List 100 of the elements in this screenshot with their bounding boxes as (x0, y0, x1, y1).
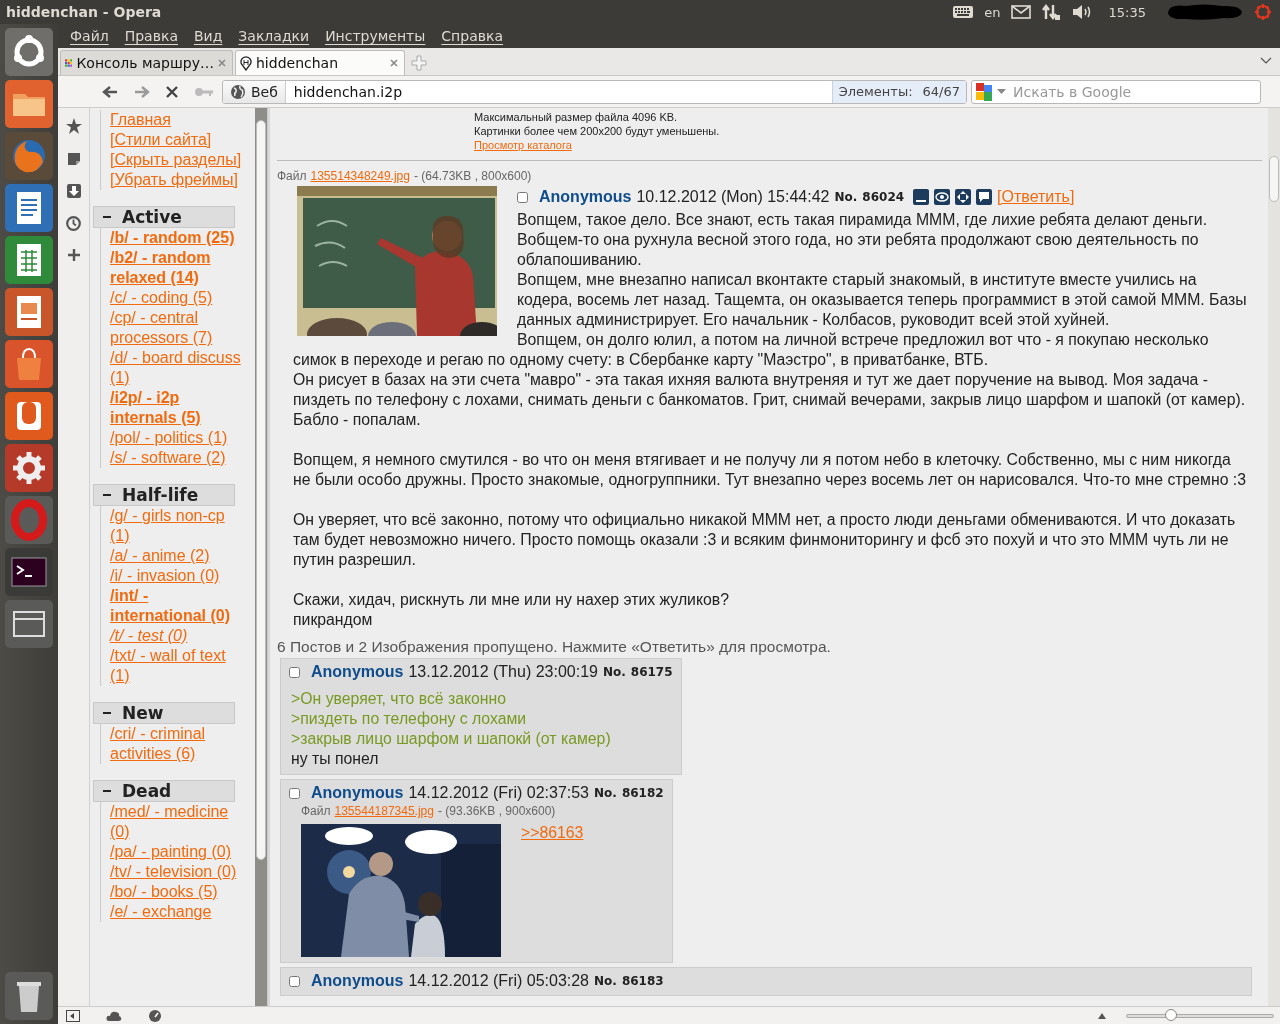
nav-link[interactable]: [Убрать фреймы] (110, 170, 238, 190)
post-date: 10.12.2012 (Mon) 15:44:42 (636, 188, 830, 206)
nav-link[interactable]: Главная (110, 110, 171, 130)
address-bar[interactable]: Веб hiddenchan.i2p Элементы: 64/67 (222, 79, 967, 104)
catalog-link[interactable]: Просмотр каталога (474, 139, 572, 151)
post-number[interactable]: 86024 (862, 190, 905, 204)
board-link[interactable]: /pa/ - painting (0) (110, 842, 231, 862)
post-checkbox[interactable] (289, 787, 300, 799)
file-link[interactable]: 135544187345.jpg (334, 804, 434, 818)
keyboard-layout[interactable]: en (984, 4, 1001, 20)
volume-icon[interactable] (1070, 4, 1093, 20)
section-header[interactable]: Half-life (93, 484, 235, 506)
arrows-icon[interactable] (955, 189, 972, 205)
menu-item[interactable]: Справка (433, 28, 511, 44)
zoom-out-icon[interactable] (1098, 1012, 1106, 1019)
workspaces-icon[interactable] (5, 600, 53, 648)
tab[interactable]: hiddenchan (235, 50, 405, 75)
menu-item[interactable]: Инструменты (317, 28, 434, 44)
board-link[interactable]: /med/ - medicine (0) (110, 802, 245, 842)
board-link[interactable]: /s/ - software (2) (110, 448, 226, 468)
file-link[interactable]: 135514348249.jpg (310, 169, 410, 183)
caret-icon[interactable] (997, 89, 1006, 94)
section-header[interactable]: New (93, 702, 235, 724)
nav-link[interactable]: [Скрыть разделы] (110, 150, 242, 170)
forward-icon[interactable] (134, 84, 150, 99)
network-icon[interactable] (1040, 3, 1061, 21)
section-header[interactable]: Active (93, 206, 235, 228)
panel-toggle-icon[interactable] (66, 1009, 80, 1022)
board-link[interactable]: /d/ - board discuss (1) (110, 348, 245, 388)
board-link[interactable]: /pol/ - politics (1) (110, 428, 228, 448)
post-number[interactable]: 86182 (621, 786, 664, 800)
post-text: Вопщем, он долго юлил, а потом на личной встрече предложил вот что - я покупаю несколько симок в переходе и регаю по одному счету: в Сбербанке карту "Маэстро", в приватбанке, ВТБ. (293, 330, 1210, 370)
close-icon[interactable] (390, 59, 398, 67)
mail-icon[interactable] (1010, 5, 1031, 19)
keyboard-icon[interactable] (952, 5, 975, 19)
menu-item[interactable]: Вид (185, 28, 231, 44)
board-link[interactable]: /c/ - coding (5) (110, 288, 213, 308)
speedometer-icon[interactable] (148, 1008, 162, 1023)
clock[interactable]: 15:35 (1108, 4, 1146, 20)
trash-icon[interactable] (5, 972, 53, 1020)
board-link[interactable]: /b/ - random (25) (110, 228, 235, 248)
app-tile-icon[interactable] (5, 392, 53, 440)
reply-reference-link[interactable]: >>86163 (521, 824, 584, 841)
board-link[interactable]: /e/ - exchange (110, 902, 212, 922)
search-field[interactable]: Искать в Google (1011, 82, 1260, 101)
minimize-icon[interactable] (913, 189, 930, 205)
clock-icon[interactable] (66, 216, 81, 231)
post-checkbox[interactable] (517, 191, 528, 203)
menu-item[interactable]: Правка (116, 28, 186, 44)
spreadsheet-icon[interactable] (5, 236, 53, 284)
search-engine-icon[interactable] (976, 82, 992, 101)
settings-icon[interactable] (5, 444, 53, 492)
board-link[interactable]: /bo/ - books (5) (110, 882, 218, 902)
scrollbar-thumb[interactable] (1269, 156, 1279, 202)
post-number[interactable]: 86183 (621, 974, 664, 988)
scrollbar[interactable] (255, 108, 267, 1006)
post-checkbox[interactable] (289, 666, 300, 678)
board-link[interactable]: /i/ - invasion (0) (110, 566, 220, 586)
slider-thumb[interactable] (1164, 1008, 1177, 1021)
board-link[interactable]: /cp/ - central processors (7) (110, 308, 245, 348)
menu-item[interactable]: Закладки (230, 28, 318, 44)
power-icon[interactable] (1254, 3, 1272, 21)
star-icon[interactable] (65, 118, 82, 134)
nav-link[interactable]: [Стили сайта] (110, 130, 212, 150)
board-link[interactable]: /g/ - girls non-cp (1) (110, 506, 245, 546)
reply-link[interactable]: [Ответить] (997, 188, 1075, 206)
tab[interactable]: Консоль маршру… (60, 50, 233, 75)
back-icon[interactable] (102, 84, 118, 99)
section-header[interactable]: Dead (93, 780, 235, 802)
terminal-icon[interactable] (5, 548, 53, 596)
close-icon[interactable] (218, 59, 226, 67)
post-number[interactable]: 86175 (630, 665, 673, 679)
plus-icon[interactable] (67, 249, 80, 261)
board-link[interactable]: /cri/ - criminal activities (6) (110, 724, 245, 764)
ubuntu-logo-icon[interactable] (5, 28, 53, 76)
board-link[interactable]: /tv/ - television (0) (110, 862, 237, 882)
scrollbar-thumb[interactable] (256, 120, 266, 860)
eye-icon[interactable] (934, 189, 951, 205)
speech-bubble-icon[interactable] (976, 189, 993, 205)
scrollbar[interactable] (1268, 108, 1280, 1006)
board-link[interactable]: /b2/ - random relaxed (14) (110, 248, 245, 288)
board-link[interactable]: /txt/ - wall of text (1) (110, 646, 245, 686)
presentation-icon[interactable] (5, 288, 53, 336)
search-bar[interactable]: Искать в Google (971, 79, 1261, 104)
cloud-icon[interactable] (106, 1010, 122, 1021)
stop-icon[interactable] (166, 85, 178, 98)
document-icon[interactable] (5, 184, 53, 232)
board-link[interactable]: /a/ - anime (2) (110, 546, 210, 566)
globe-fox-icon[interactable] (5, 132, 53, 180)
board-link[interactable]: /t/ - test (0) (110, 626, 188, 646)
download-icon[interactable] (66, 184, 81, 198)
board-link[interactable]: /int/ - international (0) (110, 586, 245, 626)
menu-item[interactable]: Файл (62, 28, 117, 44)
note-icon[interactable] (66, 152, 81, 166)
post-checkbox[interactable] (289, 975, 300, 987)
board-link[interactable]: /i2p/ - i2p internals (5) (110, 388, 245, 428)
pin-icon (240, 55, 252, 71)
scope-button[interactable]: Веб (223, 80, 286, 103)
shopping-bag-icon[interactable] (5, 340, 53, 388)
dropdown-icon[interactable] (1260, 57, 1272, 65)
